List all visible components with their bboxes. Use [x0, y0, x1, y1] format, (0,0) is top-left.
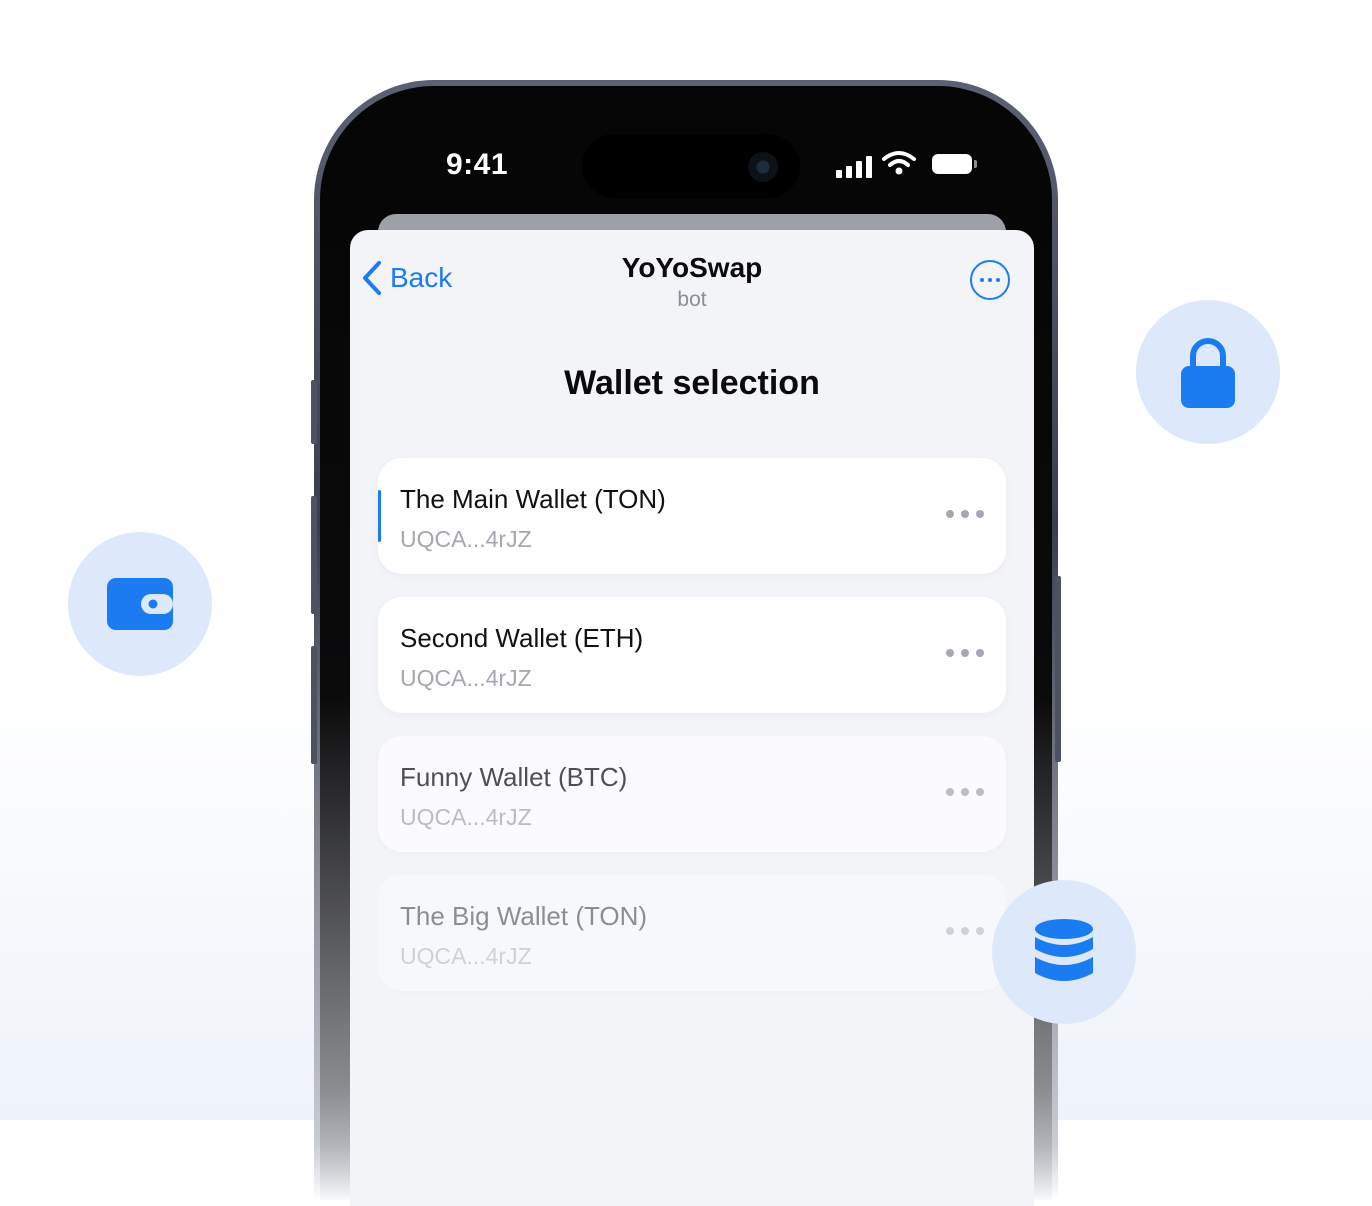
more-dot	[961, 927, 969, 935]
page-title: Wallet selection	[564, 364, 820, 402]
wallet-menu-button[interactable]	[946, 510, 984, 518]
wallet-menu-button[interactable]	[946, 927, 984, 935]
wallet-address: UQCA...4rJZ	[400, 943, 532, 969]
more-dot	[976, 649, 984, 657]
wallet-address: UQCA...4rJZ	[400, 804, 532, 830]
camera-icon	[748, 152, 778, 182]
more-dot	[976, 510, 984, 518]
action-button	[311, 380, 317, 444]
wallet-item-main[interactable]: The Main Wallet (TON) UQCA...4rJZ	[378, 458, 1006, 574]
battery-icon	[932, 154, 977, 174]
more-dot	[961, 649, 969, 657]
phone-display: 9:41 Back YoYoSwap bot Wallet selection …	[320, 86, 1052, 1206]
more-dot	[961, 510, 969, 518]
power-button	[1055, 576, 1061, 762]
more-dot	[961, 788, 969, 796]
wallet-name: Second Wallet (ETH)	[400, 623, 644, 653]
wallet-menu-button[interactable]	[946, 649, 984, 657]
more-icon	[946, 927, 954, 935]
more-icon	[946, 788, 954, 796]
more-dot	[976, 788, 984, 796]
wallet-name: The Big Wallet (TON)	[400, 901, 648, 931]
ellipsis-icon	[980, 278, 984, 282]
bot-title: YoYoSwap	[621, 252, 763, 283]
wallet-menu-button[interactable]	[946, 788, 984, 796]
more-icon	[946, 649, 954, 657]
wallet-item-big[interactable]: The Big Wallet (TON) UQCA...4rJZ	[378, 875, 1006, 991]
wallet-bubble	[68, 532, 212, 676]
lock-icon	[1181, 338, 1235, 408]
wallet-name: Funny Wallet (BTC)	[400, 762, 628, 792]
database-icon	[1035, 919, 1093, 981]
more-options-button[interactable]	[970, 260, 1010, 300]
database-bubble	[992, 880, 1136, 1024]
phone-frame: 9:41 Back YoYoSwap bot Wallet selection …	[311, 80, 1061, 1206]
wallet-item-funny[interactable]: Funny Wallet (BTC) UQCA...4rJZ	[378, 736, 1006, 852]
lock-bubble	[1136, 300, 1280, 444]
wallet-item-second[interactable]: Second Wallet (ETH) UQCA...4rJZ	[378, 597, 1006, 713]
dynamic-island	[582, 134, 800, 198]
volume-down-button	[311, 646, 317, 764]
wallet-name: The Main Wallet (TON)	[400, 484, 666, 514]
wallet-icon	[107, 578, 173, 630]
wifi-icon	[882, 151, 916, 175]
ellipsis-dot	[996, 278, 1000, 282]
mini-app-screen: Back YoYoSwap bot Wallet selection The M…	[350, 230, 1034, 1206]
more-icon	[946, 510, 954, 518]
ellipsis-dot	[988, 278, 992, 282]
selected-indicator	[378, 490, 381, 542]
bot-subtitle: bot	[677, 288, 707, 311]
wallet-address: UQCA...4rJZ	[400, 665, 532, 691]
wallet-address: UQCA...4rJZ	[400, 526, 532, 552]
more-dot	[976, 927, 984, 935]
volume-up-button	[311, 496, 317, 614]
status-time: 9:41	[446, 148, 509, 181]
cellular-signal-icon	[836, 156, 872, 178]
